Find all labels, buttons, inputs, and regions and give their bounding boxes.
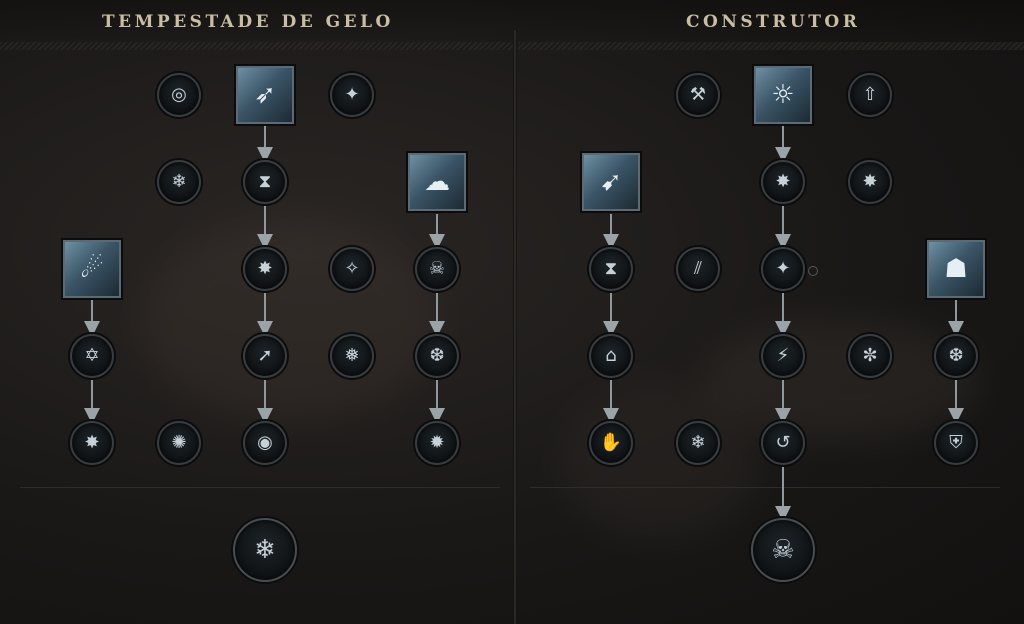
skill-snowflake-big[interactable]: ❅ — [330, 334, 374, 378]
ice-shards-icon: ➶ — [254, 80, 276, 110]
skill-shield-snowflake-2[interactable]: ❆ — [934, 334, 978, 378]
swirl-arrow-icon: ↺ — [775, 432, 791, 453]
skill-shield-snowflake[interactable]: ❆ — [415, 334, 459, 378]
ultimate-skill-left[interactable]: ❄ — [233, 518, 297, 582]
shield-snowflake-icon: ❆ — [948, 345, 964, 366]
snowflake-orbit-icon: ❄ — [254, 535, 276, 565]
ultimate-skill-right[interactable]: ☠ — [751, 518, 815, 582]
skill-sparkle[interactable]: ✦ — [330, 73, 374, 117]
snowflake-burst-icon: ✹ — [429, 432, 445, 453]
ice-dash-icon: ➹ — [600, 167, 622, 197]
light-pillar-icon: ☼ — [771, 80, 795, 110]
gate-snowflake-icon: ❄ — [690, 432, 706, 453]
skill-skull[interactable]: ☠ — [415, 247, 459, 291]
frost-figure-icon: ☗ — [944, 254, 968, 284]
skill-sparkle-2[interactable]: ✦ — [761, 247, 805, 291]
house-up-icon: ⌂ — [605, 345, 617, 366]
skill-ring[interactable]: ◉ — [243, 421, 287, 465]
orbit-ring-icon: ◎ — [171, 84, 187, 105]
arrow-diagonal-icon: ➚ — [257, 345, 273, 366]
skill-orbit-ring[interactable]: ◎ — [157, 73, 201, 117]
skill-ice-dash[interactable]: ➹ — [582, 153, 640, 211]
axe-shield-icon: ⚒ — [689, 84, 707, 105]
header-divider-right — [518, 42, 1024, 50]
skill-claw-marks[interactable]: ⫽ — [676, 247, 720, 291]
hourglass-icon: ⧗ — [258, 171, 272, 192]
sparkle-up-icon: ✧ — [344, 258, 360, 279]
ring-icon: ◉ — [257, 432, 273, 453]
starburst-up-icon: ✸ — [257, 258, 273, 279]
snow-crystal-icon: ✺ — [171, 432, 187, 453]
starburst-up-icon: ✸ — [84, 432, 100, 453]
claw-marks-icon: ⫽ — [693, 258, 703, 279]
skill-gate-snowflake[interactable]: ❄ — [676, 421, 720, 465]
skill-axe-shield[interactable]: ⚒ — [676, 73, 720, 117]
ultimate-separator-left — [20, 487, 500, 488]
skill-hourglass-up[interactable]: ⧗ — [589, 247, 633, 291]
boot-up-icon: ⇧ — [862, 84, 878, 105]
skill-ice-comet[interactable]: ☄ — [63, 240, 121, 298]
frost-skull-icon: ☠ — [771, 535, 795, 565]
skill-snow-crystal[interactable]: ✺ — [157, 421, 201, 465]
skill-snowflake-cycle[interactable]: ✼ — [848, 334, 892, 378]
skill-tree-title-right: CONSTRUTOR — [686, 12, 861, 32]
skill-sparkle-up[interactable]: ✧ — [330, 247, 374, 291]
sparkle-icon: ✦ — [775, 258, 791, 279]
skill-shield-sparkle[interactable]: ⛨ — [934, 421, 978, 465]
skill-snowflake[interactable]: ❄ — [157, 160, 201, 204]
skill-starburst-up-3[interactable]: ✸ — [761, 160, 805, 204]
hourglass-up-icon: ⧗ — [604, 258, 618, 279]
shield-snowflake-icon: ❆ — [429, 345, 445, 366]
snowflake-big-icon: ❅ — [344, 345, 360, 366]
hands-icon: ✋ — [599, 432, 623, 453]
sparkle-icon: ✦ — [344, 84, 360, 105]
skill-arrow-diagonal[interactable]: ➚ — [243, 334, 287, 378]
skill-hourglass-star[interactable]: ✡ — [70, 334, 114, 378]
skill-hourglass[interactable]: ⧗ — [243, 160, 287, 204]
skill-runner[interactable]: ⚡ — [761, 334, 805, 378]
runner-icon: ⚡ — [776, 345, 790, 366]
frost-storm-icon: ☁ — [424, 167, 450, 197]
skill-starburst-up-4[interactable]: ✸ — [848, 160, 892, 204]
skill-ice-shards[interactable]: ➶ — [236, 66, 294, 124]
starburst-up-icon: ✸ — [775, 171, 791, 192]
panel-divider — [514, 30, 516, 624]
skill-starburst-up[interactable]: ✸ — [243, 247, 287, 291]
hourglass-star-icon: ✡ — [84, 345, 100, 366]
snowflake-icon: ❄ — [171, 171, 187, 192]
shield-sparkle-icon: ⛨ — [949, 432, 963, 453]
snowflake-cycle-icon: ✼ — [862, 345, 878, 366]
skill-swirl-arrow[interactable]: ↺ — [761, 421, 805, 465]
header-divider-left — [0, 42, 514, 50]
skill-house-up[interactable]: ⌂ — [589, 334, 633, 378]
starburst-up-icon: ✸ — [862, 171, 878, 192]
skill-hands[interactable]: ✋ — [589, 421, 633, 465]
skill-frost-storm[interactable]: ☁ — [408, 153, 466, 211]
skill-snowflake-burst[interactable]: ✹ — [415, 421, 459, 465]
node-indicator-dot — [808, 266, 818, 276]
skill-frost-figure[interactable]: ☗ — [927, 240, 985, 298]
skill-light-pillar[interactable]: ☼ — [754, 66, 812, 124]
skill-boot-up[interactable]: ⇧ — [848, 73, 892, 117]
ultimate-separator-right — [530, 487, 1000, 488]
ice-comet-icon: ☄ — [80, 254, 104, 284]
skull-icon: ☠ — [428, 258, 446, 279]
skill-starburst-up-2[interactable]: ✸ — [70, 421, 114, 465]
skill-tree-title-left: TEMPESTADE DE GELO — [102, 12, 394, 32]
